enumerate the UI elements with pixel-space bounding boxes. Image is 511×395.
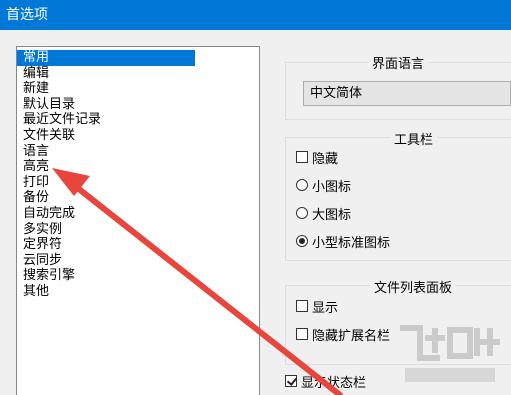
category-item-print[interactable]: 打印 [17, 175, 195, 191]
category-item-delimiter[interactable]: 定界符 [17, 237, 195, 253]
watermark-logo-icon [400, 325, 500, 382]
file-list-panel-title: 文件列表面板 [370, 277, 457, 296]
window-title: 首选项 [6, 7, 48, 23]
interface-language-select[interactable]: 中文简体 [303, 81, 511, 106]
category-item-cloud-sync[interactable]: 云同步 [17, 253, 195, 269]
title-bar: 首选项 [0, 0, 511, 30]
file-list-show-checkbox[interactable] [296, 300, 308, 312]
toolbar-hide-label: 隐藏 [312, 151, 339, 167]
category-item-backup[interactable]: 备份 [17, 190, 195, 206]
large-icons-radio[interactable] [296, 207, 308, 219]
category-item-multi-instance[interactable]: 多实例 [17, 222, 195, 238]
hide-extension-column-checkbox[interactable] [296, 328, 308, 340]
toolbar-hide-checkbox[interactable] [296, 151, 308, 163]
small-icons-label: 小图标 [312, 179, 352, 195]
small-standard-icons-radio[interactable] [296, 235, 308, 247]
category-item-edit[interactable]: 编辑 [17, 66, 195, 82]
large-icons-label: 大图标 [312, 207, 352, 223]
hide-extension-column-label: 隐藏扩展名栏 [312, 328, 391, 344]
interface-language-title: 界面语言 [368, 53, 429, 72]
category-item-search-engine[interactable]: 搜索引擎 [17, 268, 195, 284]
category-item-highlight[interactable]: 高亮 [17, 159, 195, 175]
toolbar-hide-option[interactable]: 隐藏 [296, 148, 339, 167]
show-status-bar-label: 显示状态栏 [301, 375, 367, 391]
file-list-show-label: 显示 [312, 300, 339, 316]
category-item-file-association[interactable]: 文件关联 [17, 128, 195, 144]
category-item-other[interactable]: 其他 [17, 284, 195, 300]
toolbar-small-icons-option[interactable]: 小图标 [296, 176, 352, 195]
category-item-recent-files[interactable]: 最近文件记录 [17, 112, 195, 128]
interface-language-value: 中文简体 [310, 86, 363, 101]
show-status-bar-checkbox[interactable] [285, 375, 297, 387]
category-list[interactable]: 常用 编辑 新建 默认目录 最近文件记录 文件关联 语言 高亮 打印 备份 自动… [16, 46, 260, 395]
toolbar-small-standard-icons-option[interactable]: 小型标准图标 [296, 232, 391, 251]
category-item-new[interactable]: 新建 [17, 81, 195, 97]
hide-extension-column-option[interactable]: 隐藏扩展名栏 [296, 325, 391, 344]
toolbar-large-icons-option[interactable]: 大图标 [296, 204, 352, 223]
toolbar-title: 工具栏 [390, 129, 438, 148]
small-icons-radio[interactable] [296, 179, 308, 191]
category-item-default-directory[interactable]: 默认目录 [17, 97, 195, 113]
file-list-show-option[interactable]: 显示 [296, 297, 339, 316]
category-item-general[interactable]: 常用 [17, 50, 195, 66]
preferences-window: 首选项 常用 编辑 新建 默认目录 最近文件记录 文件关联 语言 高亮 打印 备… [0, 0, 511, 395]
small-standard-icons-label: 小型标准图标 [312, 235, 391, 251]
show-status-bar-option[interactable]: 显示状态栏 [285, 372, 367, 391]
category-item-language[interactable]: 语言 [17, 144, 195, 160]
category-item-autocomplete[interactable]: 自动完成 [17, 206, 195, 222]
